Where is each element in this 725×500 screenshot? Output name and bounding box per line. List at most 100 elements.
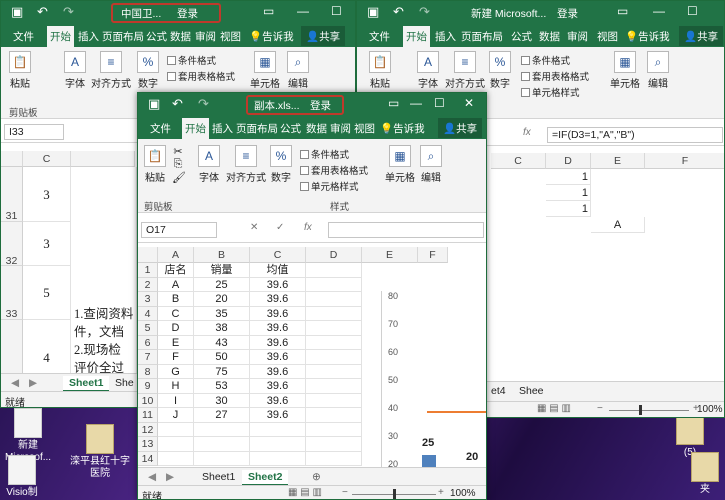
cell[interactable]: 20 [194,292,250,307]
font-button[interactable]: A 字体 [415,51,441,90]
undo-icon[interactable]: ↶ [37,4,48,20]
row-header[interactable]: 33 [1,266,23,320]
cell[interactable]: B [158,292,194,307]
tab-review[interactable]: 审阅 [328,120,353,137]
table-format-button[interactable]: 套用表格格式 [521,69,589,83]
cell[interactable] [306,437,362,452]
cell[interactable]: 27 [194,408,250,423]
cell[interactable] [306,393,362,408]
cell[interactable]: 3 [23,167,71,222]
cell[interactable]: F [158,350,194,365]
cell[interactable]: 4 [23,320,71,375]
tab-insert[interactable]: 插入 [210,120,235,137]
row-header[interactable]: 13 [138,437,158,452]
ribbon-options-icon[interactable]: ▭ [388,96,399,110]
row-header[interactable]: 2 [138,277,158,292]
cell[interactable]: 店名 [158,263,194,278]
save-icon[interactable]: ▣ [367,4,379,20]
close-icon[interactable]: ✕ [464,96,474,110]
save-icon[interactable]: ▣ [11,4,23,20]
conditional-format-button[interactable]: 条件格式 [167,53,216,67]
share-button[interactable]: 👤共享 [301,26,346,46]
chart-area[interactable]: 80 70 60 50 40 30 20 25 20 [381,291,486,471]
cell[interactable]: 39.6 [250,408,306,423]
tab-formulas[interactable]: 公式 [144,28,169,45]
cells-button[interactable]: ▦ 单元格 [609,51,641,90]
cell[interactable] [194,437,250,452]
alignment-button[interactable]: ≡ 对齐方式 [226,145,266,184]
desktop-icon-folder[interactable]: 滦平县红十字 医院 [70,424,130,480]
cell[interactable]: J [158,408,194,423]
tab-home[interactable]: 开始 [403,26,430,47]
tab-review[interactable]: 审阅 [193,28,218,45]
number-button[interactable]: % 数字 [268,145,294,184]
ribbon-options-icon[interactable]: ▭ [263,4,274,18]
column-header[interactable]: F [645,153,724,169]
cell[interactable]: 39.6 [250,379,306,394]
tab-page-layout[interactable]: 页面布局 [100,28,146,45]
cell[interactable]: 25 [194,277,250,292]
desktop-icon-visio[interactable]: Visio制 [0,455,52,499]
cell[interactable]: 39.6 [250,335,306,350]
cell[interactable] [306,408,362,423]
login-link[interactable]: 登录 [557,6,578,21]
tell-me[interactable]: 💡告诉我 [247,28,296,45]
row-header[interactable]: 1 [138,263,158,278]
cell[interactable]: 39.6 [250,306,306,321]
tab-data[interactable]: 数据 [537,28,562,45]
formula-input[interactable] [328,222,484,238]
cell[interactable]: 39.6 [250,292,306,307]
minimize-icon[interactable]: — [653,4,665,18]
redo-icon[interactable]: ↷ [63,4,74,20]
share-button[interactable]: 👤共享 [679,26,724,46]
desktop-icon-folder2[interactable]: 夹 [675,452,725,496]
cell[interactable]: H [158,379,194,394]
cell[interactable]: 35 [194,306,250,321]
sheet-tab[interactable]: Shee [513,384,550,398]
scroll-right-icon[interactable]: ▶ [23,376,43,390]
cell[interactable] [306,350,362,365]
cell[interactable] [306,422,362,437]
tab-view[interactable]: 视图 [595,28,620,45]
paste-button[interactable]: 📋 粘贴 [7,51,33,90]
cell[interactable] [158,422,194,437]
ribbon-options-icon[interactable]: ▭ [617,4,628,18]
cell[interactable] [194,451,250,466]
row-header[interactable]: 6 [138,335,158,350]
tab-insert[interactable]: 插入 [76,28,101,45]
sheet-tab[interactable]: Sheet2 [242,470,289,486]
fx-icon[interactable]: fx [523,127,531,138]
fx-icon[interactable]: fx [304,222,312,233]
cell[interactable]: D [158,321,194,336]
row-header[interactable]: 5 [138,321,158,336]
name-box[interactable]: I33 [4,124,64,140]
cut-icon[interactable]: ✂ ⎘ 🖌 [172,145,186,184]
cell[interactable]: 43 [194,335,250,350]
share-button[interactable]: 👤共享 [438,118,483,138]
row-header[interactable]: 4 [138,306,158,321]
cell[interactable]: 3 [23,222,71,266]
sheet-tab[interactable]: Sheet1 [63,376,110,392]
column-header[interactable]: D [546,153,591,169]
view-icons[interactable]: ▦ ▤ ▥ [537,403,571,414]
row-header[interactable]: 32 [1,222,23,267]
row-header[interactable]: 7 [138,350,158,365]
tab-file[interactable]: 文件 [148,120,173,137]
maximize-icon[interactable]: ☐ [687,4,698,18]
undo-icon[interactable]: ↶ [172,96,183,112]
cell[interactable]: 39.6 [250,321,306,336]
cell[interactable] [306,335,362,350]
tab-page-layout[interactable]: 页面布局 [459,28,505,45]
select-all[interactable] [138,247,158,263]
zoom-slider[interactable] [609,410,689,411]
cell[interactable]: 38 [194,321,250,336]
row-header[interactable]: 14 [138,451,158,466]
cell[interactable]: 1 [546,169,591,185]
tab-data[interactable]: 数据 [304,120,329,137]
row-header[interactable]: 3 [138,292,158,307]
cell[interactable] [306,321,362,336]
cell[interactable]: 5 [23,266,71,320]
column-header[interactable]: E [362,247,418,263]
cell[interactable]: 39.6 [250,393,306,408]
scroll-right-icon[interactable]: ▶ [160,470,180,484]
